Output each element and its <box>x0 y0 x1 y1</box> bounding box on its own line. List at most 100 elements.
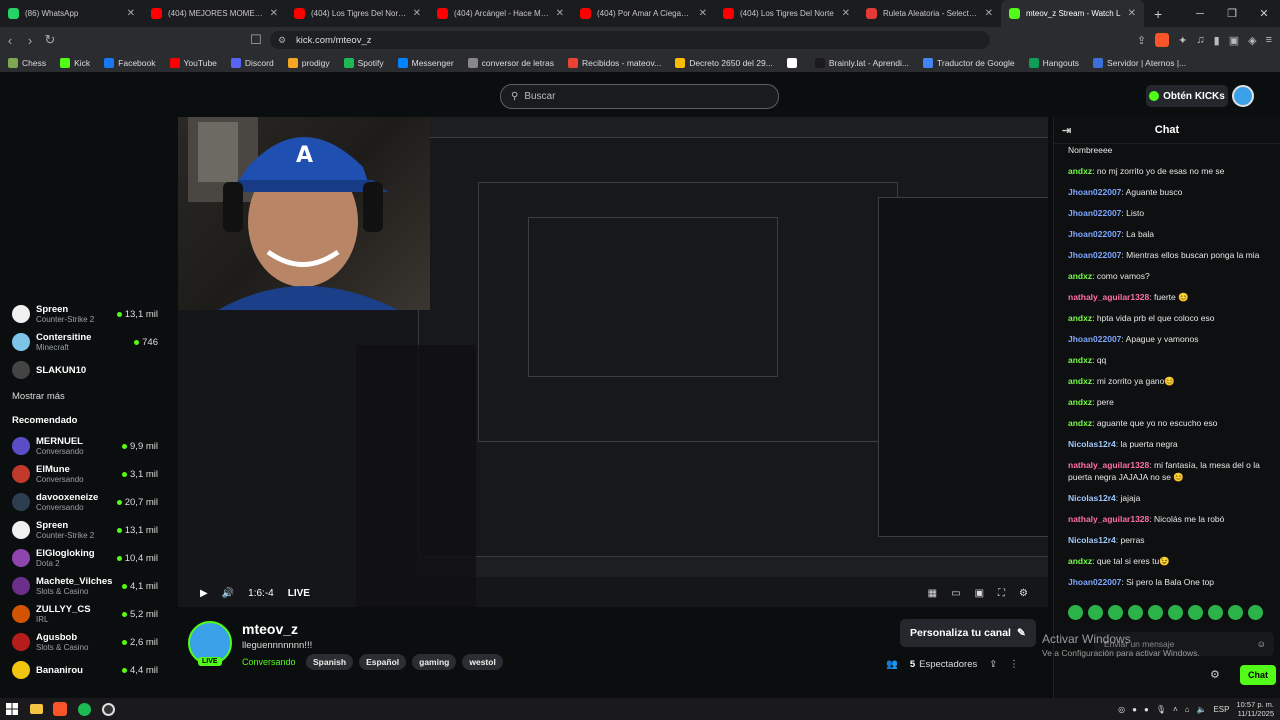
emote-icon[interactable] <box>1128 605 1143 620</box>
emote-icon[interactable] <box>1168 605 1183 620</box>
close-tab-icon[interactable]: ✕ <box>413 8 421 19</box>
share-icon[interactable]: ⇪ <box>1137 34 1146 47</box>
pip-icon[interactable]: ▣ <box>975 588 984 599</box>
close-tab-icon[interactable]: ✕ <box>127 8 135 19</box>
browser-tab[interactable]: mteov_z Stream - Watch L ✕ <box>1001 0 1144 27</box>
sidebar-channel[interactable]: Spreen Counter-Strike 2 13,1 mil <box>0 516 168 544</box>
bookmark-item[interactable]: Traductor de Google <box>923 57 1015 68</box>
stream-tag[interactable]: gaming <box>412 654 457 670</box>
chat-username[interactable]: andxz <box>1068 355 1092 365</box>
tray-icon[interactable]: ● <box>1144 705 1149 714</box>
sidebar-channel[interactable]: ZULLYY_CS IRL 5,2 mil <box>0 600 168 628</box>
browser-tab[interactable]: (404) Por Amar A Ciegas - You ✕ <box>572 0 715 27</box>
emote-icon[interactable] <box>1068 605 1083 620</box>
stream-tag[interactable]: Español <box>359 654 407 670</box>
chat-username[interactable]: nathaly_aguilar1328 <box>1068 460 1149 470</box>
minimize-button[interactable]: ─ <box>1184 8 1216 20</box>
settings-icon[interactable]: ⚙ <box>1019 588 1028 599</box>
browser-tab[interactable]: (404) Arcángel - Hace Mucho T ✕ <box>429 0 572 27</box>
bookmark-item[interactable]: prodigy <box>287 57 330 68</box>
chat-username[interactable]: andxz <box>1068 166 1092 176</box>
fullscreen-icon[interactable]: ⛶ <box>998 588 1005 599</box>
media-icon[interactable]: ♫ <box>1196 34 1204 46</box>
sidebar-channel[interactable]: Spreen Counter-Strike 2 13,1 mil <box>0 300 168 328</box>
language-indicator[interactable]: ESP <box>1213 705 1229 714</box>
obs-icon[interactable] <box>96 698 120 720</box>
chat-username[interactable]: Nicolas12r4 <box>1068 493 1116 503</box>
get-kicks-button[interactable]: Obtén KICKs <box>1146 85 1228 107</box>
maximize-button[interactable]: ❐ <box>1216 7 1248 20</box>
site-info-icon[interactable]: ⚙ <box>278 35 286 46</box>
stream-tag[interactable]: Spanish <box>306 654 354 670</box>
stream-category[interactable]: Conversando <box>242 657 296 667</box>
user-avatar[interactable] <box>1232 85 1254 107</box>
chat-username[interactable]: nathaly_aguilar1328 <box>1068 514 1149 524</box>
chat-username[interactable]: Nicolas12r4 <box>1068 439 1116 449</box>
chat-username[interactable]: Jhoan022007 <box>1068 208 1121 218</box>
close-tab-icon[interactable]: ✕ <box>270 8 278 19</box>
sidebar-channel[interactable]: SLAKUN10 <box>0 356 168 384</box>
close-tab-icon[interactable]: ✕ <box>699 8 707 19</box>
bookmark-item[interactable]: conversor de letras <box>467 57 554 68</box>
wallet-icon[interactable]: ▣ <box>1229 34 1239 47</box>
bookmark-item[interactable] <box>786 57 801 68</box>
mic-icon[interactable]: 🎙 <box>1156 705 1166 714</box>
emote-icon[interactable] <box>1088 605 1103 620</box>
bookmark-item[interactable]: Messenger <box>397 57 454 68</box>
chat-username[interactable]: andxz <box>1068 271 1092 281</box>
close-tab-icon[interactable]: ✕ <box>556 8 564 19</box>
tray-icon[interactable]: ● <box>1132 705 1137 714</box>
bookmark-item[interactable]: Spotify <box>343 57 384 68</box>
close-tab-icon[interactable]: ✕ <box>985 8 993 19</box>
sidebar-channel[interactable]: Machete_Vilches Slots & Casino 4,1 mil <box>0 572 168 600</box>
browser-tab[interactable]: (404) Los Tigres Del Norte ✕ <box>715 0 858 27</box>
browser-tab[interactable]: Ruleta Aleatoria - Selector Pe ✕ <box>858 0 1001 27</box>
emoji-picker-icon[interactable]: ☺ <box>1257 639 1266 649</box>
chat-username[interactable]: nathaly_aguilar1328 <box>1068 292 1149 302</box>
sidebar-channel[interactable]: Bananirou 4,4 mil <box>0 656 168 684</box>
tray-icon[interactable]: ◎ <box>1118 705 1125 714</box>
bookmark-item[interactable]: Hangouts <box>1028 57 1079 68</box>
emote-icon[interactable] <box>1108 605 1123 620</box>
sidebar-channel[interactable]: MERNUEL Conversando 9,9 mil <box>0 432 168 460</box>
emote-icon[interactable] <box>1248 605 1263 620</box>
theater-icon[interactable]: ▭ <box>951 588 960 599</box>
close-tab-icon[interactable]: ✕ <box>1128 8 1136 19</box>
browser-tab[interactable]: (404) Los Tigres Del Norte - La ✕ <box>286 0 429 27</box>
chat-username[interactable]: Jhoan022007 <box>1068 334 1121 344</box>
streamer-name[interactable]: mteov_z <box>242 621 298 637</box>
collapse-chat-icon[interactable]: ⇥ <box>1062 124 1071 137</box>
spotify-icon[interactable] <box>72 698 96 720</box>
bookmark-item[interactable]: Recibidos - mateov... <box>567 57 661 68</box>
vpn-icon[interactable]: ◈ <box>1248 34 1256 47</box>
bookmark-item[interactable]: Facebook <box>104 57 156 68</box>
windows-start-icon[interactable] <box>0 698 24 720</box>
bookmark-item[interactable]: Brainly.lat - Aprendi... <box>814 57 909 68</box>
volume-tray-icon[interactable]: 🔈 <box>1196 705 1206 714</box>
browser-tab[interactable]: (86) WhatsApp ✕ <box>0 0 143 27</box>
show-more-link[interactable]: Mostrar más <box>0 384 168 408</box>
chat-username[interactable]: andxz <box>1068 313 1092 323</box>
emote-icon[interactable] <box>1208 605 1223 620</box>
sidebar-channel[interactable]: ElGlogloking Dota 2 10,4 mil <box>0 544 168 572</box>
bookmark-item[interactable]: Discord <box>230 57 274 68</box>
chat-username[interactable]: Jhoan022007 <box>1068 577 1121 587</box>
stream-tag[interactable]: westol <box>462 654 503 670</box>
chat-username[interactable]: Jhoan022007 <box>1068 229 1121 239</box>
network-icon[interactable]: ⌂ <box>1185 705 1190 714</box>
chat-username[interactable]: andxz <box>1068 556 1092 566</box>
sidebar-channel[interactable]: davooxeneize Conversando 20,7 mil <box>0 488 168 516</box>
brave-browser-icon[interactable] <box>48 698 72 720</box>
volume-icon[interactable]: 🔊 <box>222 588 234 599</box>
play-icon[interactable]: ▶ <box>200 588 208 599</box>
send-chat-button[interactable]: Chat <box>1240 665 1276 685</box>
new-tab-button[interactable]: + <box>1144 6 1172 22</box>
chat-username[interactable]: andxz <box>1068 397 1092 407</box>
customize-channel-button[interactable]: Personaliza tu canal ✎ <box>900 619 1036 647</box>
more-options-icon[interactable]: ⋮ <box>1009 659 1019 670</box>
chat-username[interactable]: Jhoan022007 <box>1068 187 1121 197</box>
bookmark-item[interactable]: Decreto 2650 del 29... <box>675 57 773 68</box>
bookmark-item[interactable]: Kick <box>60 57 90 68</box>
url-bar[interactable]: ⚙ kick.com/mteov_z <box>270 31 990 49</box>
clock[interactable]: 10:57 p. m. 11/11/2025 <box>1236 700 1274 718</box>
